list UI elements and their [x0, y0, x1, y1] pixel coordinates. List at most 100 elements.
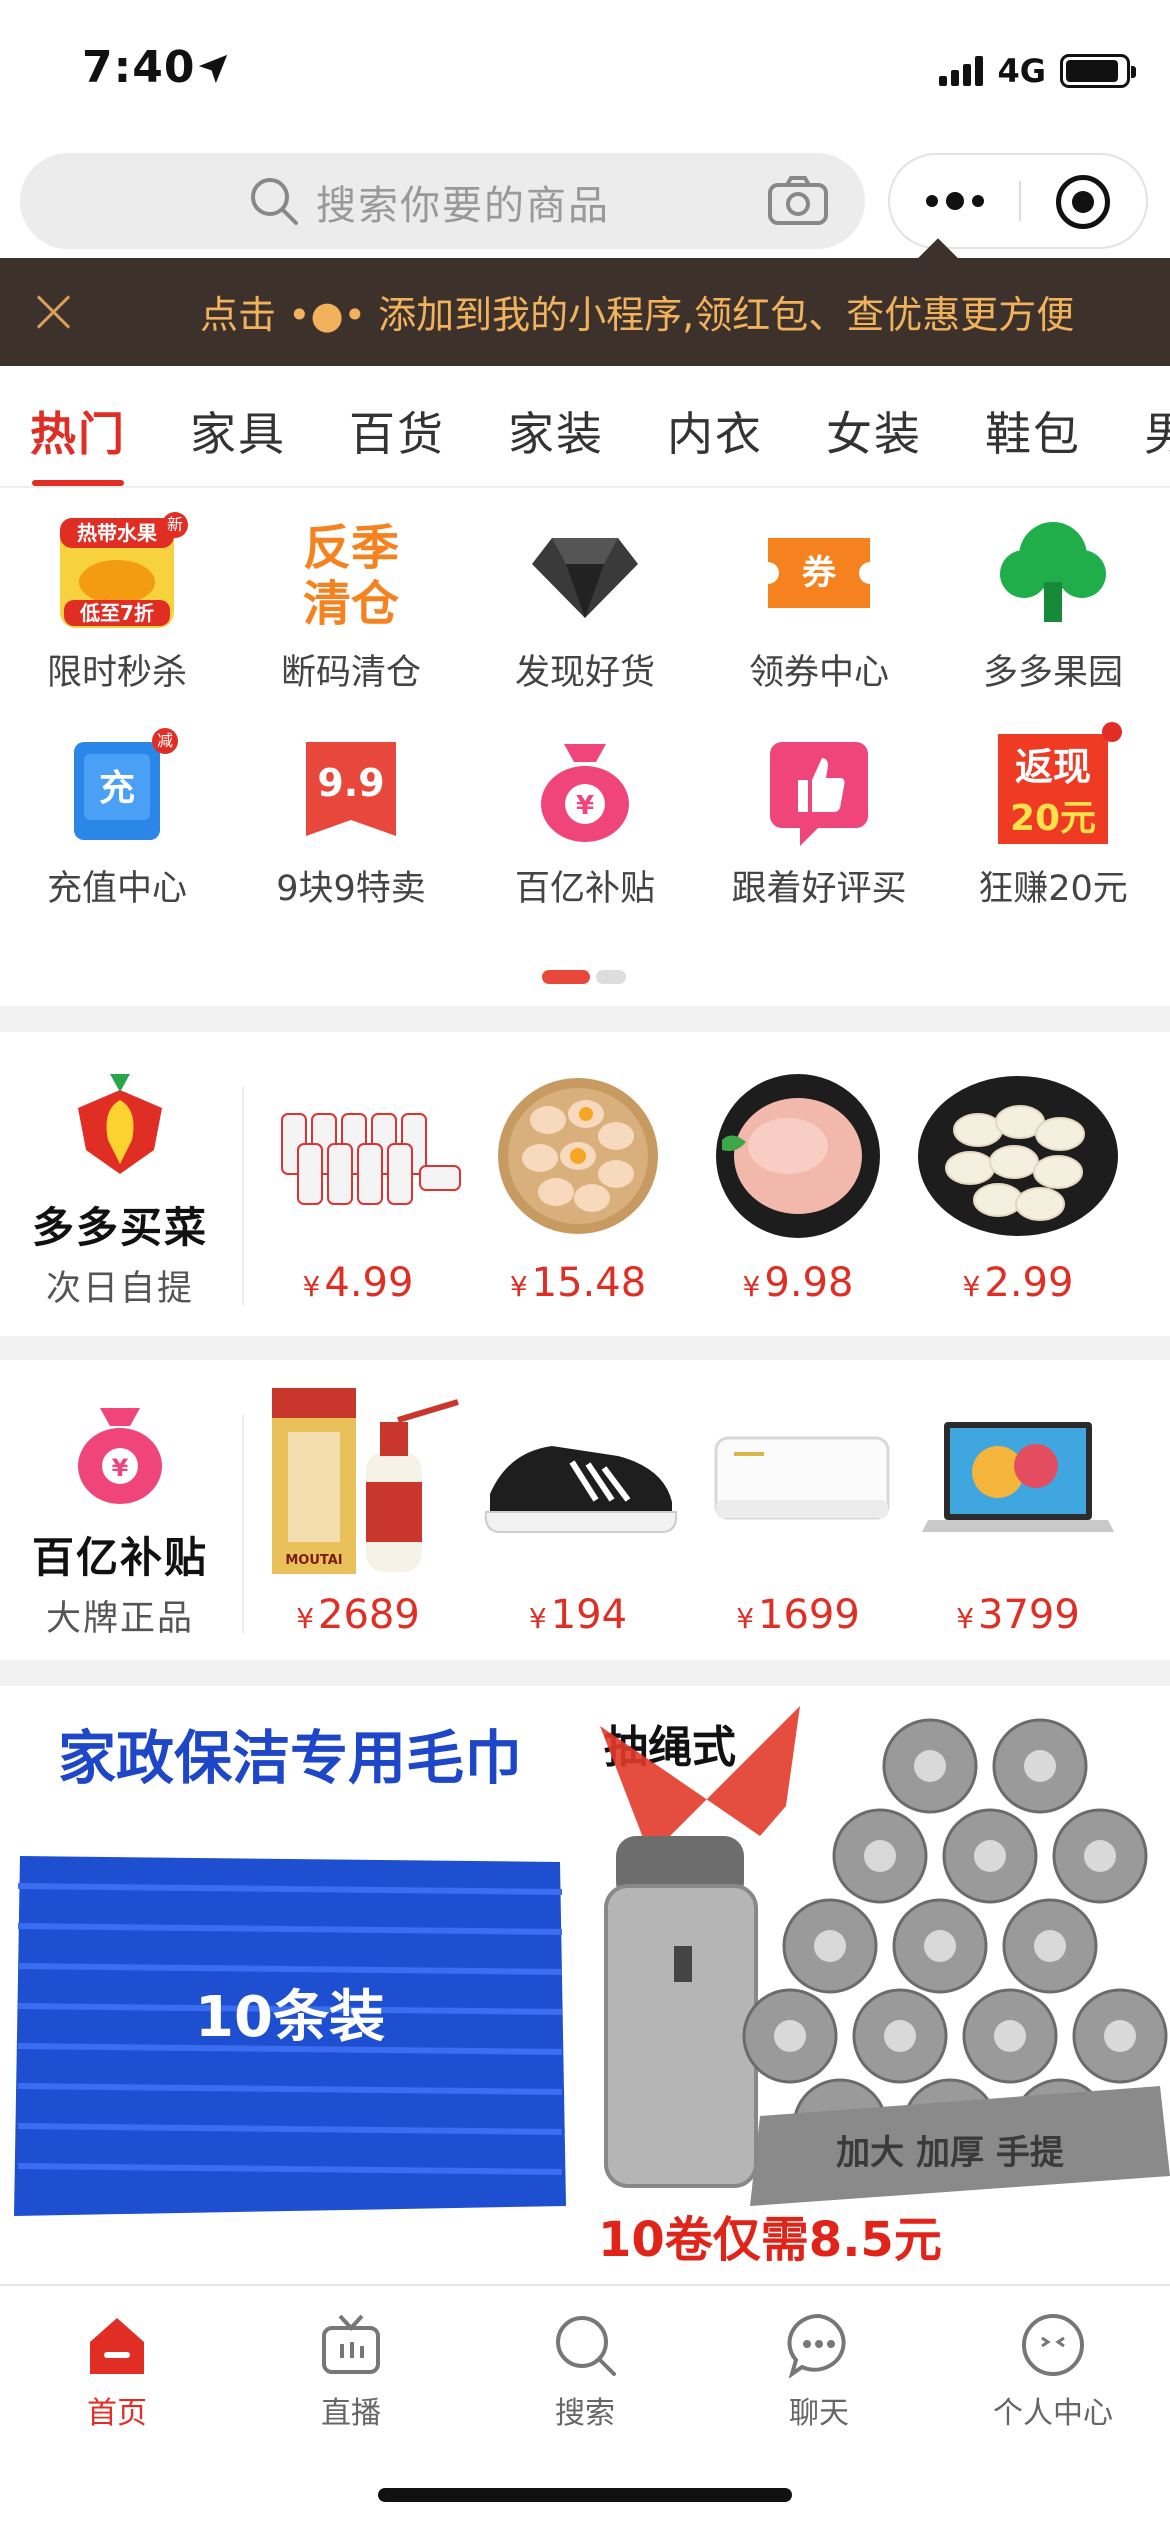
air-conditioner-image — [714, 1436, 890, 1520]
yogurt-drinks-image — [281, 1113, 461, 1205]
product-laptop[interactable]: ¥3799 — [908, 1382, 1128, 1652]
nav-live[interactable]: 直播 — [234, 2304, 468, 2444]
laptop-image — [922, 1422, 1114, 1532]
product-eggs[interactable]: ¥15.48 — [468, 1070, 688, 1320]
live-tv-icon — [322, 2314, 380, 2374]
money-bag-icon: ¥ — [78, 1408, 162, 1504]
svg-text:10卷仅需8.5元: 10卷仅需8.5元 — [598, 2212, 942, 2268]
grocery-subtitle: 次日自提 — [45, 1269, 194, 1309]
cashback-icon: 返现 20元 — [998, 734, 1108, 844]
tab-furniture[interactable]: 家具 — [190, 398, 286, 464]
nav-label: 聊天 — [789, 2396, 849, 2431]
carrot-icon — [78, 1074, 162, 1174]
add-mini-program-tip: 点击 •●• 添加到我的小程序,领红包、查优惠更方便 — [0, 258, 1170, 366]
quick-link-label: 多多果园 — [982, 653, 1123, 693]
section-separator — [0, 1006, 1170, 1032]
close-icon[interactable] — [36, 294, 72, 330]
flash-sale-icon: 热带水果 低至7折 — [60, 518, 174, 628]
product-price: ¥4.99 — [302, 1260, 414, 1306]
home-indicator — [378, 2488, 792, 2502]
quick-link-recharge[interactable]: 充 减 充值中心 — [0, 728, 234, 928]
section-separator — [0, 1336, 1170, 1360]
product-price: ¥194 — [528, 1592, 628, 1638]
subsidy-entry[interactable]: ¥ 百亿补贴 大牌正品 — [0, 1400, 240, 1650]
section-divider — [242, 1086, 244, 1306]
clearance-icon: 反季 清仓 — [303, 520, 400, 632]
nav-label: 首页 — [87, 2396, 147, 2431]
product-dumplings[interactable]: ¥2.99 — [908, 1070, 1128, 1320]
eggs-image — [498, 1078, 658, 1234]
search-input[interactable]: 搜索你要的商品 — [20, 153, 865, 249]
tab-mens[interactable]: 男 — [1144, 398, 1170, 464]
quick-link-discover[interactable]: 发现好货 — [468, 512, 702, 712]
close-mini-program-icon[interactable] — [1056, 175, 1110, 229]
product-chicken[interactable]: ¥9.98 — [688, 1070, 908, 1320]
battery-icon — [1060, 54, 1136, 88]
product-price: ¥15.48 — [509, 1260, 647, 1306]
trash-bag-banner-image: 抽绳式 加大 加厚 手提 10卷仅需8.5元 — [598, 1706, 1170, 2268]
diamond-icon — [532, 538, 638, 618]
moutai-liquor-image: MOUTAI — [272, 1388, 459, 1574]
location-arrow-icon — [198, 54, 228, 84]
nav-chat[interactable]: 聊天 — [702, 2304, 936, 2444]
quick-link-clearance[interactable]: 反季 清仓 断码清仓 — [234, 512, 468, 712]
quick-link-nine-nine[interactable]: 9.9 9块9特卖 — [234, 728, 468, 928]
new-badge: 新 — [162, 512, 188, 538]
camera-icon[interactable] — [767, 175, 829, 227]
nav-search[interactable]: 搜索 — [468, 2304, 702, 2444]
more-menu-icon[interactable] — [890, 155, 1020, 247]
mini-program-capsule — [888, 153, 1148, 249]
search-icon — [251, 178, 298, 225]
subsidy-subtitle: 大牌正品 — [45, 1599, 194, 1639]
home-icon — [90, 2318, 144, 2374]
svg-text:反季: 反季 — [303, 520, 399, 576]
search-icon — [556, 2316, 616, 2376]
chat-icon — [787, 2313, 846, 2378]
grocery-entry[interactable]: 多多买菜 次日自提 — [0, 1070, 240, 1320]
tab-shoes-bags[interactable]: 鞋包 — [985, 398, 1081, 464]
svg-text:¥: ¥ — [112, 1454, 129, 1482]
tree-icon — [1000, 522, 1106, 622]
trash-bag-banner[interactable]: 抽绳式 加大 加厚 手提 10卷仅需8.5元 — [590, 1686, 1170, 2282]
quick-link-label: 领券中心 — [748, 653, 889, 693]
quick-link-coupon[interactable]: 券 领券中心 — [702, 512, 936, 712]
quick-link-label: 百亿补贴 — [514, 869, 655, 909]
product-air-conditioner[interactable]: ¥1699 — [688, 1382, 908, 1652]
tab-hot[interactable]: 热门 — [30, 398, 126, 464]
product-yogurt[interactable]: ¥4.99 — [248, 1070, 468, 1320]
tab-womens-wear[interactable]: 女装 — [826, 398, 922, 464]
svg-text:加大 加厚 手提: 加大 加厚 手提 — [836, 2133, 1064, 2173]
svg-text:家政保洁专用毛巾: 家政保洁专用毛巾 — [58, 1724, 522, 1792]
product-sneaker[interactable]: ¥194 — [468, 1382, 688, 1652]
tab-general-goods[interactable]: 百货 — [349, 398, 445, 464]
svg-text:清仓: 清仓 — [303, 576, 400, 632]
product-price: ¥3799 — [956, 1592, 1080, 1638]
subsidy-title: 百亿补贴 — [31, 1533, 208, 1582]
tab-home-decor[interactable]: 家装 — [508, 398, 604, 464]
search-placeholder: 搜索你要的商品 — [316, 183, 610, 229]
status-time: 7:40 — [82, 42, 196, 93]
quick-link-reviews[interactable]: 跟着好评买 — [702, 728, 936, 928]
quick-link-label: 发现好货 — [514, 653, 655, 693]
nav-label: 搜索 — [555, 2396, 615, 2431]
product-price: ¥2.99 — [962, 1260, 1074, 1306]
quick-link-flash-sale[interactable]: 热带水果 低至7折 新 限时秒杀 — [0, 512, 234, 712]
quick-link-subsidy[interactable]: ¥ 百亿补贴 — [468, 728, 702, 928]
section-separator — [0, 1660, 1170, 1686]
profile-icon — [1022, 2314, 1084, 2376]
quick-link-label: 狂赚20元 — [978, 869, 1128, 909]
nav-profile[interactable]: 个人中心 — [936, 2304, 1170, 2444]
tab-underwear[interactable]: 内衣 — [667, 398, 763, 464]
nav-home[interactable]: 首页 — [0, 2304, 234, 2444]
nav-label: 个人中心 — [993, 2396, 1113, 2431]
towel-banner[interactable]: 家政保洁专用毛巾 10条装 — [0, 1686, 578, 2282]
dumplings-image — [918, 1076, 1118, 1236]
quick-link-orchard[interactable]: 多多果园 — [936, 512, 1170, 712]
product-moutai[interactable]: MOUTAI ¥2689 — [248, 1382, 468, 1652]
svg-text:低至7折: 低至7折 — [79, 601, 154, 625]
quick-link-cashback[interactable]: 返现 20元 狂赚20元 — [936, 722, 1170, 928]
quick-link-label: 限时秒杀 — [46, 653, 187, 693]
nine-nine-icon: 9.9 — [306, 742, 396, 836]
status-bar: 7:40 4G — [0, 0, 1170, 140]
signal-icon — [939, 56, 984, 86]
